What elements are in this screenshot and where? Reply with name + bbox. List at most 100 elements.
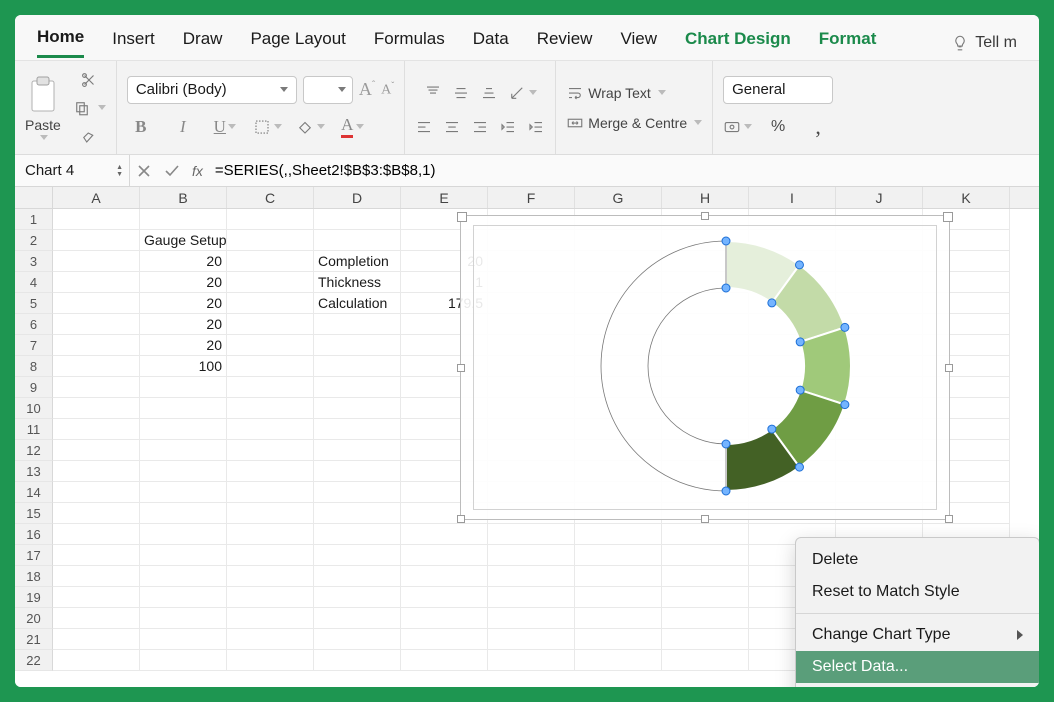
row-header[interactable]: 1 [15, 209, 53, 230]
tab-formulas[interactable]: Formulas [374, 29, 445, 57]
column-header[interactable]: J [836, 187, 923, 208]
align-bottom-icon[interactable] [480, 84, 498, 102]
series-selection-handle[interactable] [768, 425, 776, 433]
cell[interactable] [227, 482, 314, 503]
resize-handle[interactable] [457, 515, 465, 523]
series-selection-handle[interactable] [795, 463, 803, 471]
cell[interactable] [227, 314, 314, 335]
cell[interactable] [314, 524, 401, 545]
row-header[interactable]: 18 [15, 566, 53, 587]
cell[interactable] [140, 503, 227, 524]
cell[interactable] [227, 629, 314, 650]
font-size-select[interactable] [303, 76, 353, 104]
cell[interactable] [53, 398, 140, 419]
select-all-corner[interactable] [15, 187, 53, 208]
row-header[interactable]: 4 [15, 272, 53, 293]
row-header[interactable]: 13 [15, 461, 53, 482]
cell[interactable] [488, 545, 575, 566]
cell[interactable] [227, 587, 314, 608]
series-selection-handle[interactable] [722, 440, 730, 448]
tab-page-layout[interactable]: Page Layout [250, 29, 345, 57]
enter-formula-button[interactable] [158, 155, 186, 186]
row-header[interactable]: 6 [15, 314, 53, 335]
cell[interactable] [53, 524, 140, 545]
row-header[interactable]: 11 [15, 419, 53, 440]
cell[interactable] [227, 524, 314, 545]
column-header[interactable]: E [401, 187, 488, 208]
cell[interactable] [227, 335, 314, 356]
cell[interactable]: 20 [140, 251, 227, 272]
bold-button[interactable]: B [127, 114, 155, 140]
cell[interactable] [53, 356, 140, 377]
percent-button[interactable]: % [764, 114, 792, 140]
column-header[interactable]: D [314, 187, 401, 208]
cell[interactable] [227, 419, 314, 440]
cell[interactable] [401, 566, 488, 587]
series-selection-handle[interactable] [722, 237, 730, 245]
increase-indent-icon[interactable] [527, 118, 545, 136]
column-header[interactable]: A [53, 187, 140, 208]
tell-me-search[interactable]: Tell m [951, 34, 1017, 52]
series-selection-handle[interactable] [795, 261, 803, 269]
align-middle-icon[interactable] [452, 84, 470, 102]
cell[interactable] [662, 566, 749, 587]
cell[interactable] [401, 629, 488, 650]
cell[interactable]: Completion [314, 251, 401, 272]
cell[interactable] [314, 503, 401, 524]
resize-handle[interactable] [945, 515, 953, 523]
cell[interactable] [53, 440, 140, 461]
comma-button[interactable]: , [804, 114, 832, 140]
cell[interactable] [53, 503, 140, 524]
cell[interactable] [140, 461, 227, 482]
cell[interactable]: 100 [140, 356, 227, 377]
merge-centre-button[interactable]: Merge & Centre [566, 114, 702, 132]
cell[interactable] [53, 209, 140, 230]
row-header[interactable]: 20 [15, 608, 53, 629]
cell[interactable] [53, 629, 140, 650]
cell[interactable] [314, 209, 401, 230]
row-header[interactable]: 12 [15, 440, 53, 461]
cell[interactable]: 20 [140, 293, 227, 314]
cell[interactable] [227, 356, 314, 377]
align-right-icon[interactable] [471, 118, 489, 136]
cell[interactable] [401, 608, 488, 629]
cell[interactable] [140, 440, 227, 461]
tab-chart-design[interactable]: Chart Design [685, 29, 791, 57]
cell[interactable] [140, 608, 227, 629]
cell[interactable] [140, 524, 227, 545]
ctx-change-chart-type[interactable]: Change Chart Type [796, 619, 1039, 651]
resize-handle[interactable] [701, 515, 709, 523]
chart-segment[interactable] [601, 241, 726, 491]
cell[interactable] [401, 545, 488, 566]
border-button[interactable] [253, 114, 282, 140]
cell[interactable] [227, 608, 314, 629]
cell[interactable] [53, 314, 140, 335]
cell[interactable]: Calculation [314, 293, 401, 314]
tab-format[interactable]: Format [819, 29, 877, 57]
cell[interactable] [662, 524, 749, 545]
cell[interactable] [140, 377, 227, 398]
row-header[interactable]: 8 [15, 356, 53, 377]
cell[interactable] [314, 650, 401, 671]
cell[interactable] [227, 272, 314, 293]
align-top-icon[interactable] [424, 84, 442, 102]
row-header[interactable]: 3 [15, 251, 53, 272]
cell[interactable] [227, 566, 314, 587]
cut-icon[interactable] [80, 71, 98, 89]
cell[interactable] [314, 587, 401, 608]
cell[interactable] [227, 230, 314, 251]
series-selection-handle[interactable] [841, 323, 849, 331]
resize-handle[interactable] [457, 364, 465, 372]
series-selection-handle[interactable] [841, 401, 849, 409]
cell[interactable] [314, 398, 401, 419]
series-selection-handle[interactable] [722, 487, 730, 495]
row-header[interactable]: 21 [15, 629, 53, 650]
cell[interactable] [53, 293, 140, 314]
cell[interactable] [140, 482, 227, 503]
ctx-reset-style[interactable]: Reset to Match Style [796, 576, 1039, 608]
cell[interactable] [314, 377, 401, 398]
cell[interactable] [662, 545, 749, 566]
cell[interactable] [140, 545, 227, 566]
cell[interactable] [227, 461, 314, 482]
cell[interactable] [314, 335, 401, 356]
